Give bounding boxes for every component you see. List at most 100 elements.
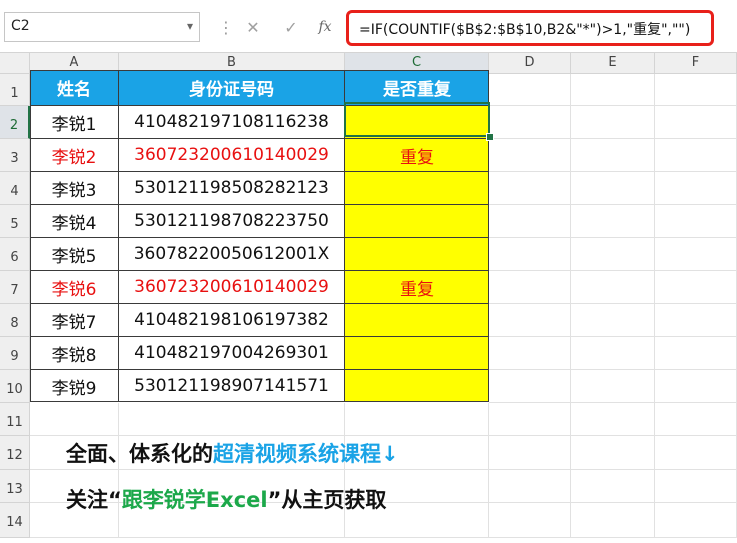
empty-cell[interactable] <box>30 403 119 436</box>
empty-cell[interactable] <box>655 106 737 139</box>
header-cell-id[interactable]: 身份证号码 <box>119 70 345 106</box>
cell-name[interactable]: 李锐1 <box>30 106 119 139</box>
row-header-10[interactable]: 10 <box>0 370 30 403</box>
cell-id[interactable]: 410482197004269301 <box>119 337 345 370</box>
row-header-5[interactable]: 5 <box>0 205 30 238</box>
cell-id[interactable]: 360723200610140029 <box>119 139 345 172</box>
row-header-14[interactable]: 14 <box>0 503 30 538</box>
row-header-9[interactable]: 9 <box>0 337 30 370</box>
empty-cell[interactable] <box>119 403 345 436</box>
row-header-1[interactable]: 1 <box>0 74 30 106</box>
cell-duplicate[interactable] <box>345 304 489 337</box>
cell-name[interactable]: 李锐3 <box>30 172 119 205</box>
cell-id[interactable]: 360723200610140029 <box>119 271 345 304</box>
cell-duplicate[interactable] <box>345 337 489 370</box>
empty-cell[interactable] <box>571 503 655 538</box>
cell-duplicate[interactable]: 重复 <box>345 271 489 304</box>
empty-cell[interactable] <box>489 403 571 436</box>
empty-cell[interactable] <box>655 337 737 370</box>
empty-cell[interactable] <box>489 74 571 106</box>
empty-cell[interactable] <box>489 271 571 304</box>
cell-id[interactable]: 530121198508282123 <box>119 172 345 205</box>
row-header-13[interactable]: 13 <box>0 470 30 503</box>
empty-cell[interactable] <box>655 139 737 172</box>
enter-icon[interactable]: ✓ <box>276 14 306 40</box>
cell-duplicate[interactable] <box>345 238 489 271</box>
empty-cell[interactable] <box>655 304 737 337</box>
empty-cell[interactable] <box>655 172 737 205</box>
cell-id[interactable]: 41048219710811623​8 <box>119 106 345 139</box>
empty-cell[interactable] <box>489 106 571 139</box>
empty-cell[interactable] <box>571 271 655 304</box>
row-header-7[interactable]: 7 <box>0 271 30 304</box>
empty-cell[interactable] <box>571 205 655 238</box>
cell-duplicate[interactable] <box>345 205 489 238</box>
empty-cell[interactable] <box>571 304 655 337</box>
empty-cell[interactable] <box>655 74 737 106</box>
cell-name[interactable]: 李锐4 <box>30 205 119 238</box>
empty-cell[interactable] <box>655 205 737 238</box>
empty-cell[interactable] <box>655 271 737 304</box>
row-header-4[interactable]: 4 <box>0 172 30 205</box>
row-header-11[interactable]: 11 <box>0 403 30 436</box>
cell-duplicate[interactable] <box>345 106 489 139</box>
insert-function-icon[interactable]: fx <box>310 14 340 40</box>
empty-cell[interactable] <box>489 172 571 205</box>
header-cell-duplicate[interactable]: 是否重复 <box>345 70 489 106</box>
empty-cell[interactable] <box>571 172 655 205</box>
empty-cell[interactable] <box>489 205 571 238</box>
formula-input[interactable]: =IF(COUNTIF($B$2:$B$10,B2&"*")>1,"重复",""… <box>346 10 714 46</box>
empty-cell[interactable] <box>489 337 571 370</box>
empty-cell[interactable] <box>571 106 655 139</box>
cell-name[interactable]: 李锐9 <box>30 370 119 402</box>
empty-cell[interactable] <box>655 503 737 538</box>
empty-cell[interactable] <box>571 403 655 436</box>
cell-id[interactable]: 530121198708223750 <box>119 205 345 238</box>
column-header-d[interactable]: D <box>489 53 571 74</box>
empty-cell[interactable] <box>571 436 655 470</box>
empty-cell[interactable] <box>345 403 489 436</box>
row-header-8[interactable]: 8 <box>0 304 30 337</box>
row-header-12[interactable]: 12 <box>0 436 30 470</box>
empty-cell[interactable] <box>489 436 571 470</box>
cell-name[interactable]: 李锐5 <box>30 238 119 271</box>
chevron-down-icon[interactable]: ▾ <box>187 19 193 33</box>
row-header-6[interactable]: 6 <box>0 238 30 271</box>
empty-cell[interactable] <box>655 403 737 436</box>
cell-name[interactable]: 李锐7 <box>30 304 119 337</box>
cell-id[interactable]: 36078220050612001X <box>119 238 345 271</box>
empty-cell[interactable] <box>655 436 737 470</box>
more-options-icon[interactable]: ⋮ <box>218 18 234 37</box>
empty-cell[interactable] <box>489 139 571 172</box>
cell-name[interactable]: 李锐2 <box>30 139 119 172</box>
empty-cell[interactable] <box>571 238 655 271</box>
row-header-2[interactable]: 2 <box>0 106 30 139</box>
empty-cell[interactable] <box>571 470 655 503</box>
column-header-f[interactable]: F <box>655 53 737 74</box>
cell-id[interactable]: 530121198907141571 <box>119 370 345 402</box>
name-box[interactable]: C2 ▾ <box>4 12 200 42</box>
empty-cell[interactable] <box>571 74 655 106</box>
cell-name[interactable]: 李锐6 <box>30 271 119 304</box>
empty-cell[interactable] <box>571 337 655 370</box>
row-header-3[interactable]: 3 <box>0 139 30 172</box>
cell-duplicate[interactable] <box>345 172 489 205</box>
empty-cell[interactable] <box>655 370 737 403</box>
column-header-e[interactable]: E <box>571 53 655 74</box>
empty-cell[interactable] <box>571 139 655 172</box>
empty-cell[interactable] <box>489 370 571 403</box>
empty-cell[interactable] <box>489 238 571 271</box>
cell-name[interactable]: 李锐8 <box>30 337 119 370</box>
cancel-icon[interactable]: ✕ <box>238 14 268 40</box>
cell-duplicate[interactable] <box>345 370 489 402</box>
cell-id[interactable]: 410482198106197382 <box>119 304 345 337</box>
empty-cell[interactable] <box>489 470 571 503</box>
fill-handle[interactable] <box>486 133 494 141</box>
cell-duplicate[interactable]: 重复 <box>345 139 489 172</box>
empty-cell[interactable] <box>655 238 737 271</box>
empty-cell[interactable] <box>571 370 655 403</box>
empty-cell[interactable] <box>655 470 737 503</box>
empty-cell[interactable] <box>489 503 571 538</box>
select-all-corner[interactable] <box>0 53 30 74</box>
empty-cell[interactable] <box>489 304 571 337</box>
